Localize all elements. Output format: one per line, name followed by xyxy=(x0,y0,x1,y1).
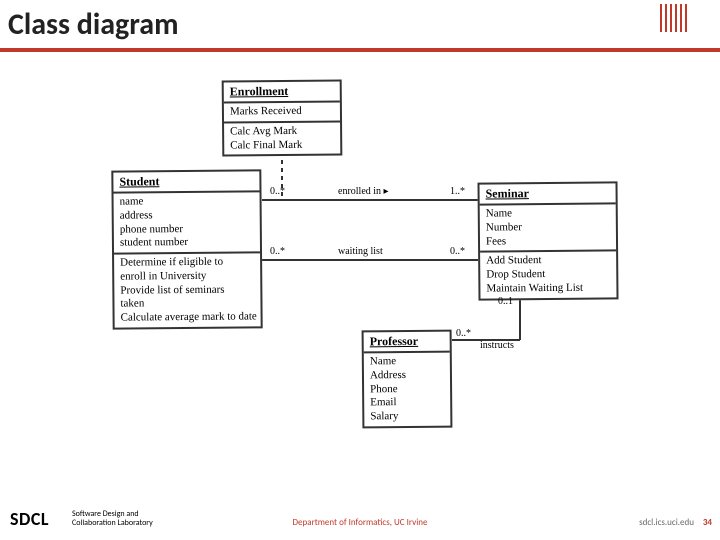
attr: Phone xyxy=(370,382,444,396)
assoc-label: instructs xyxy=(480,340,514,351)
class-seminar: Seminar Name Number Fees Add Student Dro… xyxy=(477,181,618,300)
url-text: sdcl.ics.uci.edu xyxy=(639,517,694,528)
class-professor: Professor Name Address Phone Email Salar… xyxy=(362,330,453,429)
footer: SDCL Software Design and Collaboration L… xyxy=(0,508,720,530)
op: Maintain Waiting List xyxy=(486,281,610,296)
class-attrs: Marks Received xyxy=(224,102,340,123)
op: Add Student xyxy=(486,254,610,269)
assoc-label: enrolled in ▸ xyxy=(338,186,389,197)
op: Provide list of seminars xyxy=(120,283,254,298)
title-underline xyxy=(0,48,720,52)
op: taken xyxy=(120,297,254,312)
multiplicity: 0..* xyxy=(456,328,471,339)
class-name: Student xyxy=(113,171,259,193)
class-name: Professor xyxy=(364,332,450,354)
assoc-label: waiting list xyxy=(338,246,383,257)
attr: Address xyxy=(370,368,444,382)
multiplicity: 0..1 xyxy=(498,296,513,307)
attr: Email xyxy=(370,396,444,410)
multiplicity: 0..* xyxy=(270,186,285,197)
class-ops: Calc Avg Mark Calc Final Mark xyxy=(224,122,340,155)
attr: student number xyxy=(120,236,254,251)
op: Calculate average mark to date xyxy=(121,310,255,325)
attr: Number xyxy=(486,220,610,235)
class-name: Enrollment xyxy=(224,81,340,103)
op: Calc Avg Mark xyxy=(230,124,334,139)
op: Calc Final Mark xyxy=(230,138,334,153)
class-ops: Add Student Drop Student Maintain Waitin… xyxy=(480,252,616,298)
slide-title: Class diagram xyxy=(8,6,179,43)
department-text: Department of Informatics, UC Irvine xyxy=(0,517,720,528)
multiplicity: 0..* xyxy=(450,246,465,257)
diagram-canvas: Enrollment Marks Received Calc Avg Mark … xyxy=(0,70,720,470)
multiplicity: 1..* xyxy=(450,186,465,197)
op: enroll in University xyxy=(120,269,254,284)
page-number: 34 xyxy=(703,517,712,528)
op: Determine if eligible to xyxy=(120,255,254,270)
class-enrollment: Enrollment Marks Received Calc Avg Mark … xyxy=(222,79,343,156)
attr: name xyxy=(120,194,254,209)
class-attrs: Name Number Fees xyxy=(480,204,616,252)
class-student: Student name address phone number studen… xyxy=(111,169,262,329)
class-attrs: name address phone number student number xyxy=(114,192,261,254)
class-name: Seminar xyxy=(480,183,616,205)
attr: Fees xyxy=(486,234,610,249)
slide: Class diagram Enrollment Marks Received … xyxy=(0,0,720,540)
attr: Marks Received xyxy=(230,105,334,120)
corner-decoration xyxy=(660,4,696,32)
class-attrs: Name Address Phone Email Salary xyxy=(364,353,451,426)
attr: Name xyxy=(486,206,610,221)
attr: Salary xyxy=(370,410,444,424)
op: Drop Student xyxy=(486,267,610,282)
multiplicity: 0..* xyxy=(270,246,285,257)
class-ops: Determine if eligible to enroll in Unive… xyxy=(114,253,261,327)
attr: Name xyxy=(370,355,444,369)
attr: address xyxy=(120,208,254,223)
attr: phone number xyxy=(120,222,254,237)
